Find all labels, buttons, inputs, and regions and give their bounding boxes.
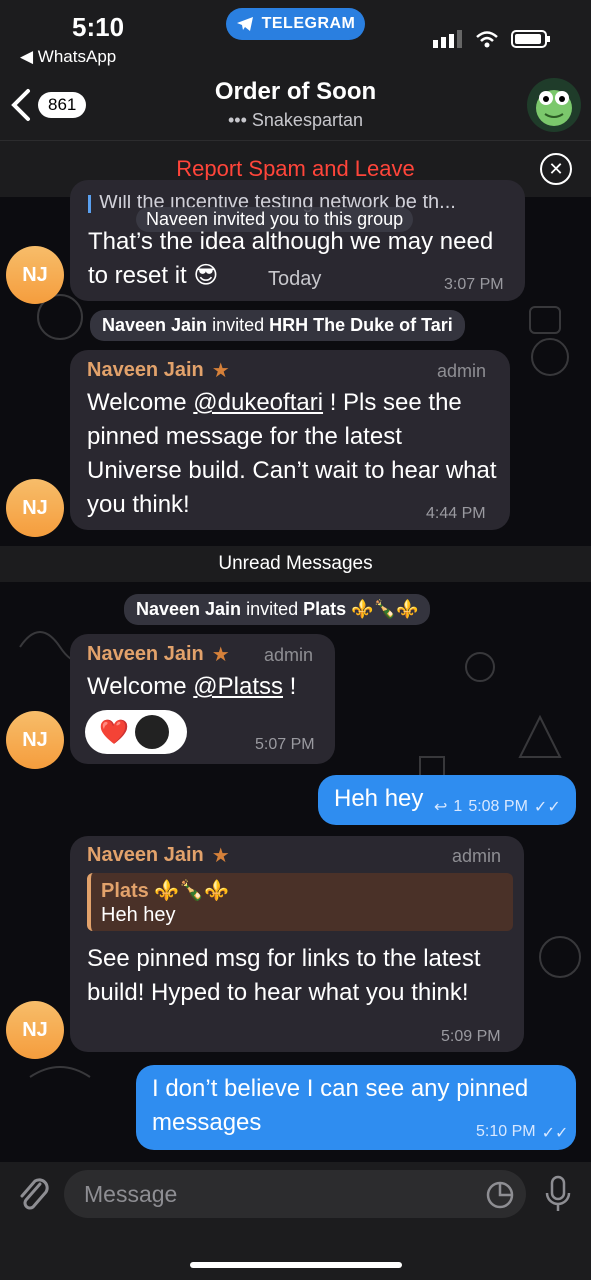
admin-label: admin	[452, 846, 502, 866]
message-meta: 5:10 PM ✓✓	[476, 1123, 568, 1143]
message-time: 4:44 PM	[426, 505, 486, 522]
telegram-pill[interactable]: TELEGRAM	[226, 8, 365, 40]
message-text: Welcome @Platss !	[87, 670, 296, 704]
avatar-initials: NJ	[22, 728, 48, 751]
avatar[interactable]: NJ	[6, 711, 64, 769]
message-text: Welcome @dukeoftari ! Pls see the pinned…	[87, 386, 497, 522]
sender-row: Naveen Jain ★	[87, 642, 230, 667]
chat-subtitle: ••• Snakespartan	[228, 110, 363, 130]
service-target: Plats ⚜️🍾⚜️	[303, 599, 419, 619]
sender-row: Naveen Jain ★	[87, 843, 230, 868]
microphone-icon[interactable]	[543, 1175, 573, 1220]
message-meta: ↩ 1 5:08 PM ✓✓	[434, 797, 561, 817]
service-message: Naveen Jain invited Plats ⚜️🍾⚜️	[124, 594, 431, 625]
reactor-avatar	[134, 715, 169, 749]
message-placeholder: Message	[84, 1181, 178, 1207]
avatar[interactable]: NJ	[6, 246, 64, 304]
service-message: Naveen Jain invited HRH The Duke of Tari	[90, 310, 465, 341]
group-avatar[interactable]	[527, 78, 581, 132]
date-overlay: Today	[268, 268, 322, 290]
message-text: See pinned msg for links to the latest b…	[87, 945, 481, 1006]
avatar[interactable]: NJ	[6, 479, 64, 537]
service-mid: invited	[241, 599, 304, 619]
service-mid: invited	[207, 315, 270, 335]
message-text: Heh hey	[334, 785, 424, 812]
text-part: !	[282, 673, 297, 700]
reply-arrow-icon: ↩	[434, 799, 448, 816]
star-icon: ★	[211, 360, 230, 382]
mention-link[interactable]: @dukeoftari	[193, 389, 323, 416]
sticker-icon[interactable]	[485, 1180, 515, 1215]
message-time: 3:07 PM	[444, 276, 504, 293]
signal-icon	[433, 30, 462, 48]
frog-avatar-icon	[536, 90, 572, 126]
status-time: 5:10	[72, 12, 125, 42]
message-time: 5:09 PM	[441, 1028, 501, 1045]
status-icons	[433, 28, 551, 50]
message-time: 5:07 PM	[255, 736, 315, 753]
unread-label: Unread Messages	[218, 553, 373, 574]
heart-icon: ❤️	[99, 718, 129, 746]
telegram-icon	[236, 17, 253, 31]
sender-name[interactable]: Naveen Jain	[87, 844, 204, 867]
star-icon: ★	[211, 845, 230, 867]
star-icon: ★	[211, 644, 230, 666]
read-checks-icon: ✓✓	[533, 799, 561, 816]
text-part: Welcome	[87, 673, 194, 700]
reply-text: Heh hey	[101, 904, 176, 926]
reaction-chip[interactable]: ❤️	[85, 710, 187, 754]
sender-row: Naveen Jain ★	[87, 358, 230, 383]
admin-label: admin	[437, 361, 487, 381]
close-icon[interactable]: ✕	[540, 153, 572, 185]
reply-name: Plats ⚜️🍾⚜️	[101, 880, 230, 902]
attach-icon[interactable]	[16, 1176, 50, 1219]
chat-title[interactable]: Order of Soon	[0, 78, 591, 106]
service-name: Naveen Jain	[102, 315, 208, 335]
message-time: 5:08 PM	[468, 798, 528, 815]
sender-name[interactable]: Naveen Jain	[87, 643, 204, 666]
back-to-app-link[interactable]: ◀ WhatsApp	[20, 47, 116, 67]
service-name: Naveen Jain	[136, 599, 242, 619]
service-target: HRH The Duke of Tari	[269, 315, 453, 335]
admin-label: admin	[264, 645, 314, 665]
read-checks-icon: ✓✓	[541, 1125, 569, 1142]
avatar[interactable]: NJ	[6, 1001, 64, 1059]
avatar-initials: NJ	[22, 496, 48, 519]
telegram-label: TELEGRAM	[261, 15, 356, 32]
home-indicator[interactable]	[190, 1262, 402, 1268]
mention-link[interactable]: @Platss	[193, 673, 283, 700]
report-spam-button[interactable]: Report Spam and Leave	[0, 156, 591, 182]
avatar-initials: NJ	[22, 263, 48, 286]
message-time: 5:10 PM	[476, 1123, 536, 1140]
avatar-initials: NJ	[22, 1018, 48, 1041]
wifi-icon	[476, 31, 498, 48]
reply-count: 1	[453, 798, 463, 815]
battery-icon	[511, 30, 550, 48]
text-part: Welcome	[87, 389, 194, 416]
sender-name[interactable]: Naveen Jain	[87, 359, 204, 382]
